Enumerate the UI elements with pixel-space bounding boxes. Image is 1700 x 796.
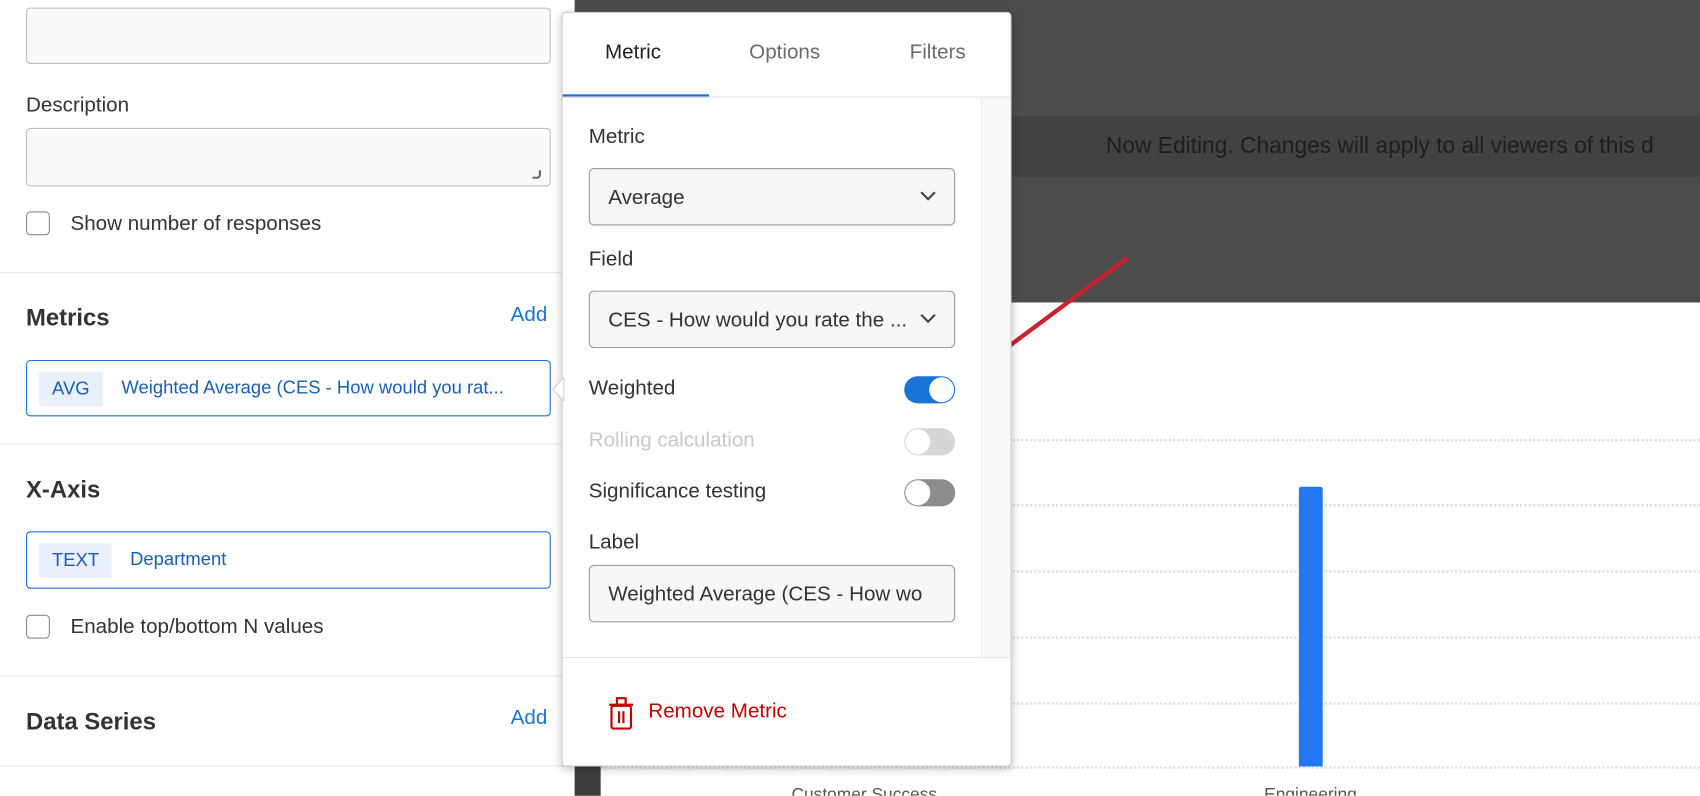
trash-icon (609, 697, 634, 730)
divider (562, 657, 1011, 659)
tab-options[interactable]: Options (749, 41, 820, 65)
toggle-knob (905, 429, 931, 455)
metric-select-value: Average (608, 186, 685, 210)
popover-pointer (552, 377, 565, 402)
label-input[interactable]: Weighted Average (CES - How wo (588, 564, 956, 623)
weighted-label: Weighted (588, 377, 676, 401)
tab-metric[interactable]: Metric (605, 41, 661, 65)
significance-label: Significance testing (588, 480, 767, 504)
rolling-label: Rolling calculation (588, 429, 755, 453)
chevron-down-icon (920, 185, 936, 201)
field-label: Field (588, 248, 634, 272)
toggle-knob (929, 377, 955, 403)
scrollbar-track[interactable] (981, 97, 1011, 659)
chevron-down-icon (920, 307, 936, 324)
metric-label: Metric (588, 125, 645, 149)
label-input-value: Weighted Average (CES - How wo (608, 583, 923, 607)
remove-metric-label: Remove Metric (648, 700, 787, 724)
field-select[interactable]: CES - How would you rate the ... (588, 290, 956, 349)
tab-filters[interactable]: Filters (910, 41, 966, 65)
significance-toggle[interactable] (904, 479, 956, 507)
toggle-knob (905, 480, 931, 506)
metric-popover: Metric Options Filters Metric Average Fi… (552, 11, 1012, 767)
label-field-label: Label (588, 531, 640, 555)
field-select-value: CES - How would you rate the ... (608, 308, 908, 332)
metric-select[interactable]: Average (588, 168, 956, 226)
weighted-toggle[interactable] (904, 376, 956, 404)
rolling-toggle[interactable] (904, 428, 956, 456)
divider (562, 96, 1011, 98)
